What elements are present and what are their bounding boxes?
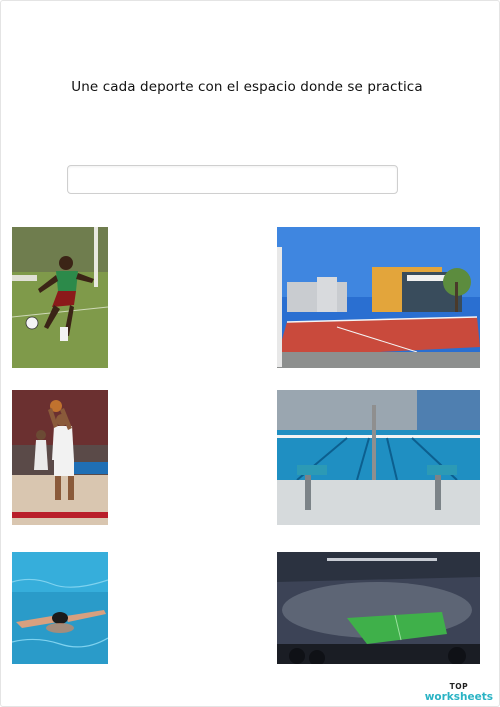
swimming-pool-photo[interactable]	[277, 390, 480, 525]
swimmer-photo[interactable]	[12, 552, 108, 664]
stadium-photo[interactable]	[277, 552, 480, 664]
topworksheets-logo[interactable]: TOP worksheets	[425, 683, 493, 702]
worksheet-page: Une cada deporte con el espacio donde se…	[0, 0, 500, 707]
logo-bottom-text: worksheets	[424, 690, 493, 703]
soccer-player-photo[interactable]	[12, 227, 108, 368]
instruction-text: Une cada deporte con el espacio donde se…	[71, 79, 423, 95]
logo-top-text: TOP	[449, 682, 469, 691]
answer-drop-box[interactable]	[67, 165, 398, 194]
outdoor-court-photo[interactable]	[277, 227, 480, 368]
basketball-player-photo[interactable]	[12, 390, 108, 525]
